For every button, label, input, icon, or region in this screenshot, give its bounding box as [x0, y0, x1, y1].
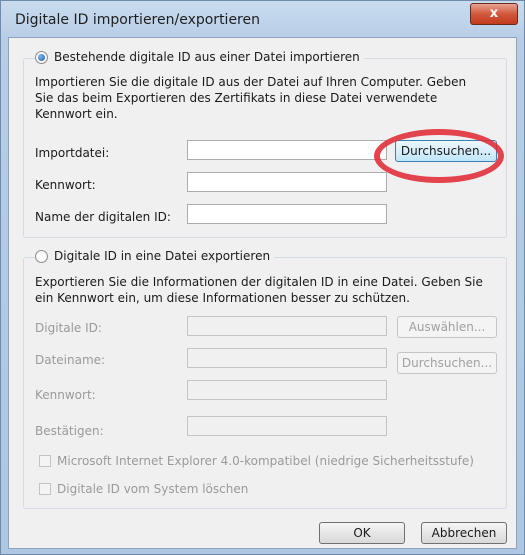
import-password-label: Kennwort:	[35, 178, 96, 192]
dialog-body: Bestehende digitale ID aus einer Datei i…	[8, 37, 517, 549]
import-radio-button[interactable]	[35, 50, 48, 64]
filename-label: Dateiname:	[35, 353, 106, 367]
delete-id-checkbox[interactable]	[39, 483, 51, 495]
export-radio-row[interactable]: Digitale ID in eine Datei exportieren	[35, 249, 275, 263]
export-browse-button[interactable]: Durchsuchen...	[397, 352, 497, 374]
import-description-line: Kennwort ein.	[35, 107, 118, 121]
import-description-line: Importieren Sie die digitale ID aus der …	[35, 75, 467, 89]
ie-compat-checkbox-row[interactable]: Microsoft Internet Explorer 4.0-kompatib…	[39, 454, 474, 468]
import-description: Importieren Sie die digitale ID aus der …	[35, 74, 466, 122]
digital-id-label: Digitale ID:	[35, 321, 102, 335]
export-description-line: Exportieren Sie die Informationen der di…	[35, 275, 483, 289]
close-button[interactable]: x	[470, 3, 518, 25]
export-password-field	[187, 380, 387, 400]
import-password-input[interactable]	[187, 172, 387, 192]
export-password-label: Kennwort:	[35, 388, 96, 402]
import-radio-row[interactable]: Bestehende digitale ID aus einer Datei i…	[35, 50, 364, 64]
digital-id-field	[187, 316, 387, 336]
ok-button[interactable]: OK	[319, 522, 405, 544]
filename-field	[187, 348, 387, 368]
export-description-line: ein Kennwort ein, um diese Informationen…	[35, 291, 410, 305]
confirm-label: Bestätigen:	[35, 424, 104, 438]
export-radio-button[interactable]	[35, 249, 48, 263]
id-name-label: Name der digitalen ID:	[35, 210, 171, 224]
delete-id-checkbox-row[interactable]: Digitale ID vom System löschen	[39, 482, 248, 496]
confirm-field	[187, 416, 387, 436]
cancel-button[interactable]: Abbrechen	[421, 522, 507, 544]
dialog-window: Digitale ID importieren/exportieren x Be…	[0, 0, 525, 555]
import-file-input[interactable]	[187, 140, 387, 160]
window-title: Digitale ID importieren/exportieren	[15, 12, 260, 28]
import-radio-label: Bestehende digitale ID aus einer Datei i…	[54, 50, 360, 64]
select-id-button[interactable]: Auswählen...	[397, 316, 497, 338]
ie-compat-checkbox[interactable]	[39, 455, 51, 467]
delete-id-label: Digitale ID vom System löschen	[57, 482, 249, 496]
import-description-line: Sie das beim Exportieren des Zertifikats…	[35, 91, 438, 105]
title-bar: Digitale ID importieren/exportieren x	[1, 1, 524, 37]
annotation-circle	[374, 129, 504, 183]
ie-compat-label: Microsoft Internet Explorer 4.0-kompatib…	[57, 454, 474, 468]
id-name-input[interactable]	[187, 204, 387, 224]
import-file-label: Importdatei:	[35, 146, 110, 160]
export-radio-label: Digitale ID in eine Datei exportieren	[54, 249, 271, 263]
export-description: Exportieren Sie die Informationen der di…	[35, 274, 483, 306]
